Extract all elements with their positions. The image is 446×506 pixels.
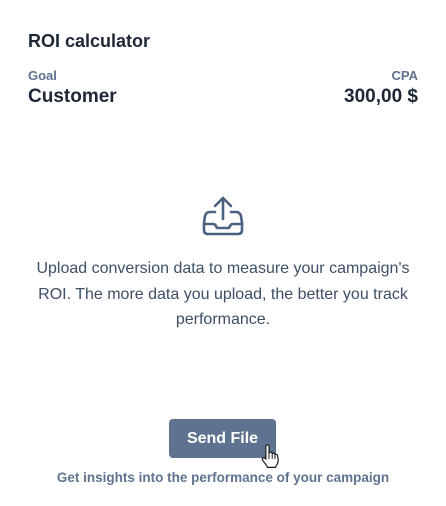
goal-value: Customer	[28, 86, 117, 107]
hand-pointer-icon	[261, 444, 279, 468]
upload-description: Upload conversion data to measure your c…	[36, 260, 410, 328]
roi-calculator-card: ROI calculator Goal Customer CPA 300,00 …	[0, 0, 446, 506]
goal-cpa-row: Goal Customer CPA 300,00 $	[28, 67, 418, 109]
goal-block: Goal Customer	[28, 67, 117, 109]
upload-tray-icon	[202, 196, 244, 236]
goal-label: Goal	[28, 68, 57, 83]
card-title: ROI calculator	[28, 31, 151, 51]
cpa-block: CPA 300,00 $	[344, 67, 418, 109]
upload-footnote: Get insights into the performance of you…	[56, 470, 390, 485]
cpa-value: 300,00 $	[344, 86, 418, 107]
cpa-label: CPA	[391, 68, 418, 83]
